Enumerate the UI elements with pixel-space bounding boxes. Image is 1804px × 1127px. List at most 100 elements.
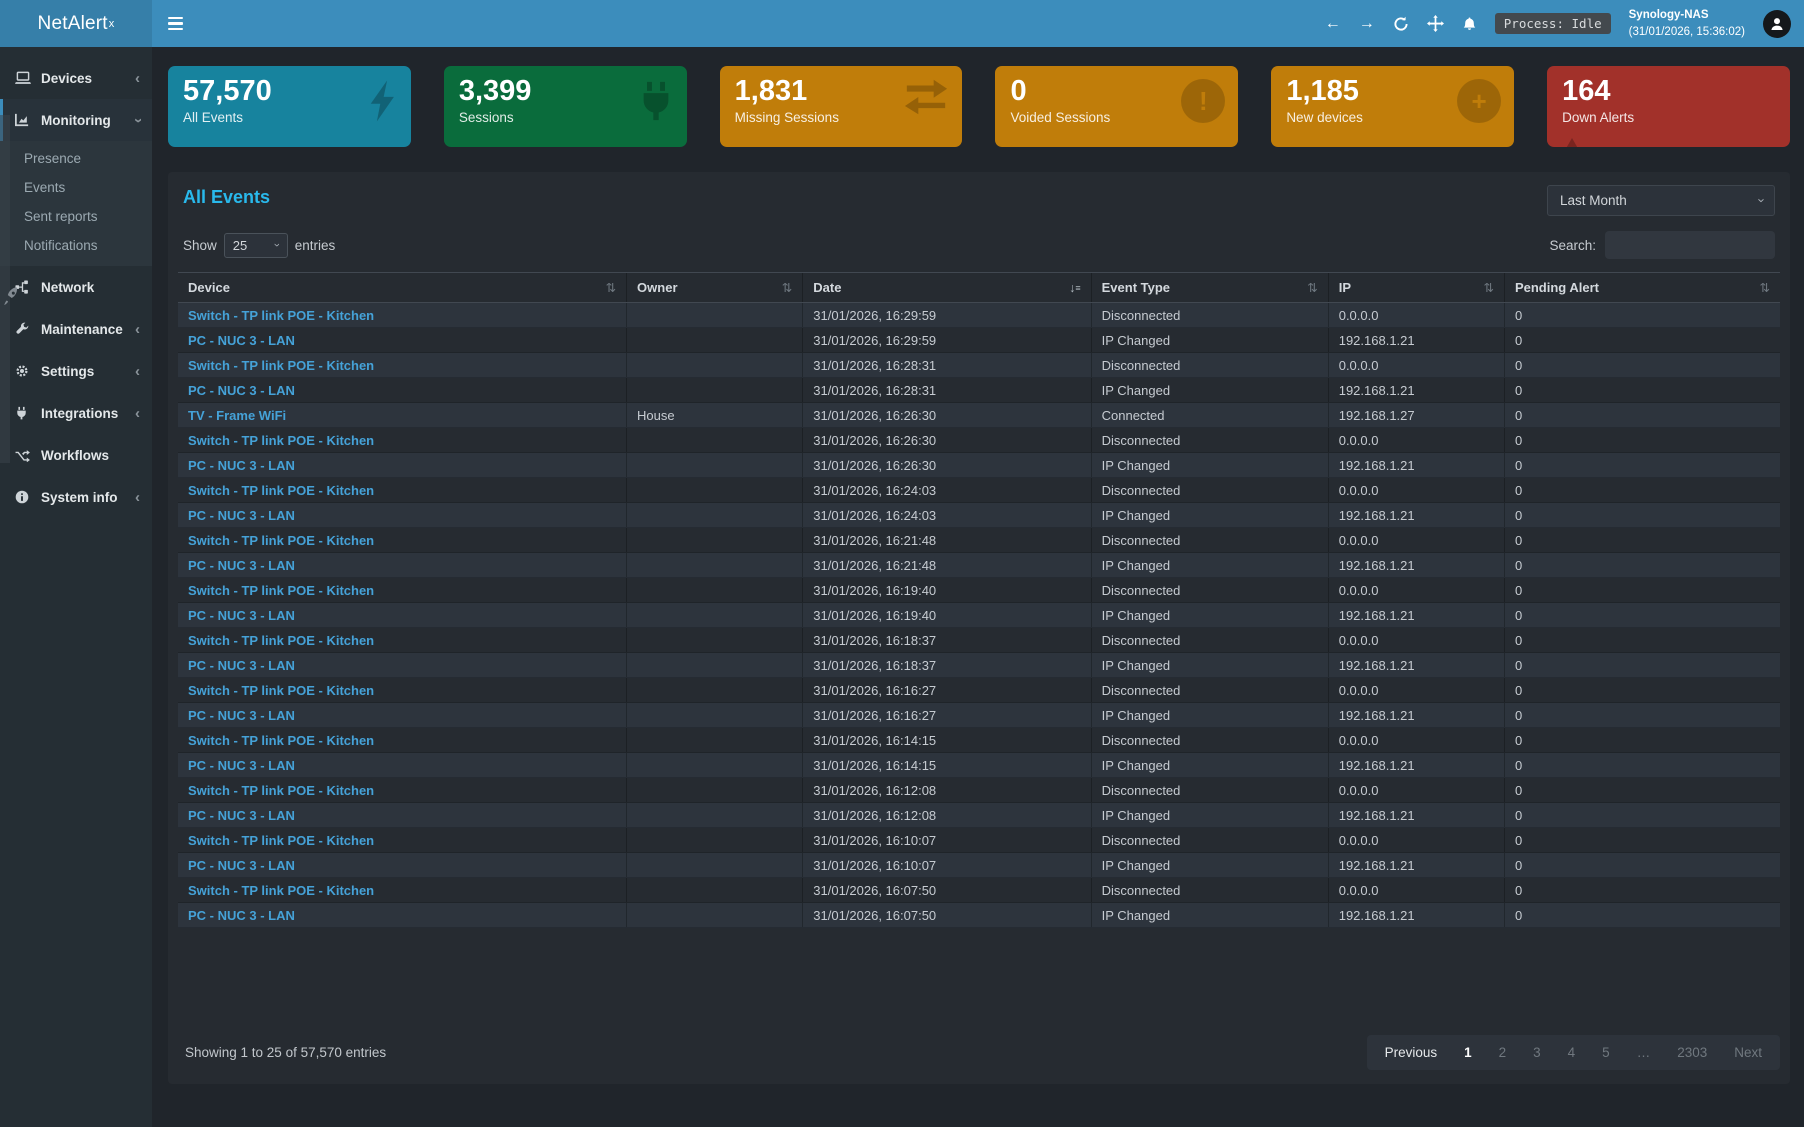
cell-pending-alert: 0 [1504, 778, 1780, 803]
device-link[interactable]: PC - NUC 3 - LAN [188, 908, 295, 923]
sidebar-item-workflows[interactable]: Workflows [0, 434, 152, 476]
device-link[interactable]: PC - NUC 3 - LAN [188, 708, 295, 723]
table-row: PC - NUC 3 - LAN31/01/2026, 16:07:50IP C… [178, 903, 1780, 928]
sidebar-item-devices[interactable]: Devices ‹ [0, 57, 152, 99]
device-link[interactable]: Switch - TP link POE - Kitchen [188, 433, 374, 448]
cell-event-type: Disconnected [1091, 528, 1328, 553]
search-input[interactable] [1605, 231, 1775, 259]
cell-pending-alert: 0 [1504, 603, 1780, 628]
column-header-device[interactable]: Device⇅ [178, 273, 627, 303]
device-link[interactable]: PC - NUC 3 - LAN [188, 658, 295, 673]
device-link[interactable]: PC - NUC 3 - LAN [188, 333, 295, 348]
cell-date: 31/01/2026, 16:21:48 [803, 528, 1091, 553]
sidebar-item-presence[interactable]: Presence [0, 144, 152, 173]
device-link[interactable]: PC - NUC 3 - LAN [188, 558, 295, 573]
chevron-left-icon: ‹ [135, 489, 140, 506]
page-button-3[interactable]: 3 [1533, 1045, 1541, 1060]
page-button-next[interactable]: Next [1734, 1045, 1762, 1060]
device-link[interactable]: Switch - TP link POE - Kitchen [188, 883, 374, 898]
column-header-event-type[interactable]: Event Type⇅ [1091, 273, 1328, 303]
stat-card-missing-sessions[interactable]: 1,831 Missing Sessions [720, 66, 963, 147]
sidebar-item-network[interactable]: Network [0, 266, 152, 308]
table-row: PC - NUC 3 - LAN31/01/2026, 16:26:30IP C… [178, 453, 1780, 478]
page-button-1[interactable]: 1 [1464, 1045, 1472, 1060]
column-header-pending-alert[interactable]: Pending Alert⇅ [1504, 273, 1780, 303]
cell-date: 31/01/2026, 16:19:40 [803, 603, 1091, 628]
cell-pending-alert: 0 [1504, 628, 1780, 653]
process-status-badge: Process: Idle [1495, 13, 1611, 34]
device-link[interactable]: Switch - TP link POE - Kitchen [188, 683, 374, 698]
page-button-2[interactable]: 2 [1499, 1045, 1507, 1060]
page-button-4[interactable]: 4 [1568, 1045, 1576, 1060]
cell-device: Switch - TP link POE - Kitchen [178, 828, 627, 853]
device-link[interactable]: PC - NUC 3 - LAN [188, 608, 295, 623]
device-link[interactable]: PC - NUC 3 - LAN [188, 758, 295, 773]
device-link[interactable]: Switch - TP link POE - Kitchen [188, 783, 374, 798]
sidebar-item-settings[interactable]: Settings ‹ [0, 350, 152, 392]
column-header-date[interactable]: Date↓≡ [803, 273, 1091, 303]
device-link[interactable]: PC - NUC 3 - LAN [188, 383, 295, 398]
app-logo[interactable]: NetAlertx [0, 0, 152, 47]
device-link[interactable]: Switch - TP link POE - Kitchen [188, 358, 374, 373]
sidebar-item-notifications[interactable]: Notifications [0, 231, 152, 260]
stat-card-new-devices[interactable]: 1,185 New devices + [1271, 66, 1514, 147]
device-link[interactable]: Switch - TP link POE - Kitchen [188, 833, 374, 848]
page-button-previous[interactable]: Previous [1385, 1045, 1438, 1060]
user-avatar[interactable] [1763, 10, 1791, 38]
refresh-icon[interactable] [1393, 16, 1409, 32]
stat-card-voided-sessions[interactable]: 0 Voided Sessions ! [995, 66, 1238, 147]
device-link[interactable]: PC - NUC 3 - LAN [188, 808, 295, 823]
page-button-2303[interactable]: 2303 [1677, 1045, 1707, 1060]
cell-pending-alert: 0 [1504, 453, 1780, 478]
sidebar-item-monitoring[interactable]: Monitoring ‹ [0, 99, 152, 141]
cell-owner [627, 303, 803, 328]
cell-pending-alert: 0 [1504, 878, 1780, 903]
sidebar-item-maintenance[interactable]: Maintenance ‹ [0, 308, 152, 350]
cell-owner [627, 653, 803, 678]
device-link[interactable]: Switch - TP link POE - Kitchen [188, 533, 374, 548]
table-row: PC - NUC 3 - LAN31/01/2026, 16:16:27IP C… [178, 703, 1780, 728]
device-link[interactable]: PC - NUC 3 - LAN [188, 458, 295, 473]
chevron-down-icon: ‹ [271, 243, 283, 247]
cell-device: Switch - TP link POE - Kitchen [178, 478, 627, 503]
cell-ip: 0.0.0.0 [1328, 353, 1504, 378]
device-link[interactable]: Switch - TP link POE - Kitchen [188, 733, 374, 748]
stat-card-down-alerts[interactable]: 164 Down Alerts ! [1547, 66, 1790, 147]
bell-icon[interactable] [1462, 16, 1477, 32]
device-link[interactable]: PC - NUC 3 - LAN [188, 508, 295, 523]
device-link[interactable]: Switch - TP link POE - Kitchen [188, 483, 374, 498]
stat-card-sessions[interactable]: 3,399 Sessions [444, 66, 687, 147]
sidebar-toggle-icon[interactable] [168, 17, 183, 30]
chevron-left-icon: ‹ [135, 405, 140, 422]
sidebar-item-sent-reports[interactable]: Sent reports [0, 202, 152, 231]
cell-owner [627, 603, 803, 628]
rocket-icon[interactable] [2, 287, 21, 311]
sidebar-item-events[interactable]: Events [0, 173, 152, 202]
column-header-owner[interactable]: Owner⇅ [627, 273, 803, 303]
cell-pending-alert: 0 [1504, 828, 1780, 853]
column-header-ip[interactable]: IP⇅ [1328, 273, 1504, 303]
table-row: Switch - TP link POE - Kitchen 31/01/2026… [178, 528, 1780, 553]
search-label: Search: [1549, 238, 1596, 253]
device-link[interactable]: Switch - TP link POE - Kitchen [188, 633, 374, 648]
page-length-select[interactable]: 25 ‹ [224, 233, 288, 258]
back-arrow-icon[interactable]: ← [1325, 16, 1341, 32]
sidebar-item-integrations[interactable]: Integrations ‹ [0, 392, 152, 434]
cell-date: 31/01/2026, 16:16:27 [803, 678, 1091, 703]
device-link[interactable]: TV - Frame WiFi [188, 408, 286, 423]
cell-ip: 0.0.0.0 [1328, 628, 1504, 653]
period-select[interactable]: Last Month ‹ [1547, 185, 1775, 216]
cell-pending-alert: 0 [1504, 653, 1780, 678]
stat-card-all-events[interactable]: 57,570 All Events [168, 66, 411, 147]
device-link[interactable]: PC - NUC 3 - LAN [188, 858, 295, 873]
device-link[interactable]: Switch - TP link POE - Kitchen [188, 583, 374, 598]
cell-event-type: Connected [1091, 403, 1328, 428]
device-link[interactable]: Switch - TP link POE - Kitchen [188, 308, 374, 323]
move-icon[interactable] [1427, 15, 1444, 32]
sidebar-item-system-info[interactable]: System info ‹ [0, 476, 152, 518]
host-timestamp: (31/01/2026, 15:36:02) [1629, 24, 1745, 41]
page-button-5[interactable]: 5 [1602, 1045, 1610, 1060]
cell-owner [627, 528, 803, 553]
forward-arrow-icon[interactable]: → [1359, 16, 1375, 32]
stat-label: All Events [183, 110, 396, 125]
